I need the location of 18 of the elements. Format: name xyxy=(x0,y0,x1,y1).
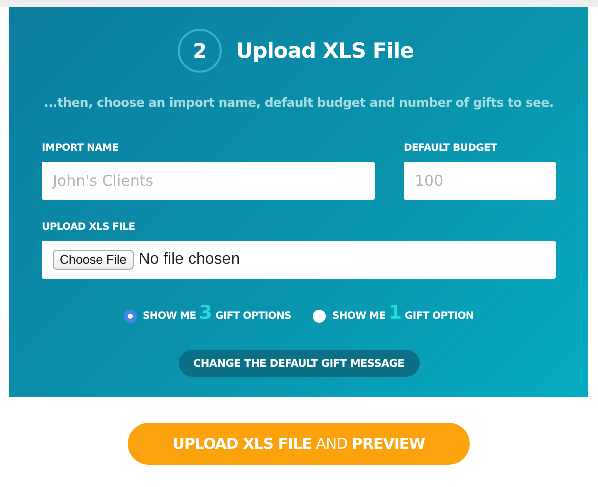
field-label: IMPORT NAME xyxy=(42,143,119,154)
radio-button[interactable] xyxy=(313,310,326,323)
section-title: Upload XLS File xyxy=(236,39,414,63)
radio-button[interactable] xyxy=(124,310,138,323)
radio-label: SHOW ME xyxy=(332,311,386,322)
step-number: 2 xyxy=(178,29,222,73)
file-field[interactable]: Choose File No file chosen xyxy=(42,241,556,279)
change-message-button[interactable]: CHANGE THE DEFAULT GIFT MESSAGE xyxy=(178,350,420,377)
radio-label: SHOW ME xyxy=(143,311,196,322)
instructions-text: ...then, choose an import name, default budget and number of gifts to see. xyxy=(43,95,555,110)
gift-count: 1 xyxy=(388,304,402,323)
file-status: No file chosen xyxy=(138,251,240,269)
field-label: UPLOAD XLS FILE xyxy=(42,222,136,233)
radio-label: GIFT OPTIONS xyxy=(216,311,292,322)
field-label: DEFAULT BUDGET xyxy=(404,143,498,154)
choose-file-button[interactable]: Choose File xyxy=(53,250,134,270)
radio-label: GIFT OPTION xyxy=(404,311,474,322)
gift-count: 3 xyxy=(199,304,213,323)
